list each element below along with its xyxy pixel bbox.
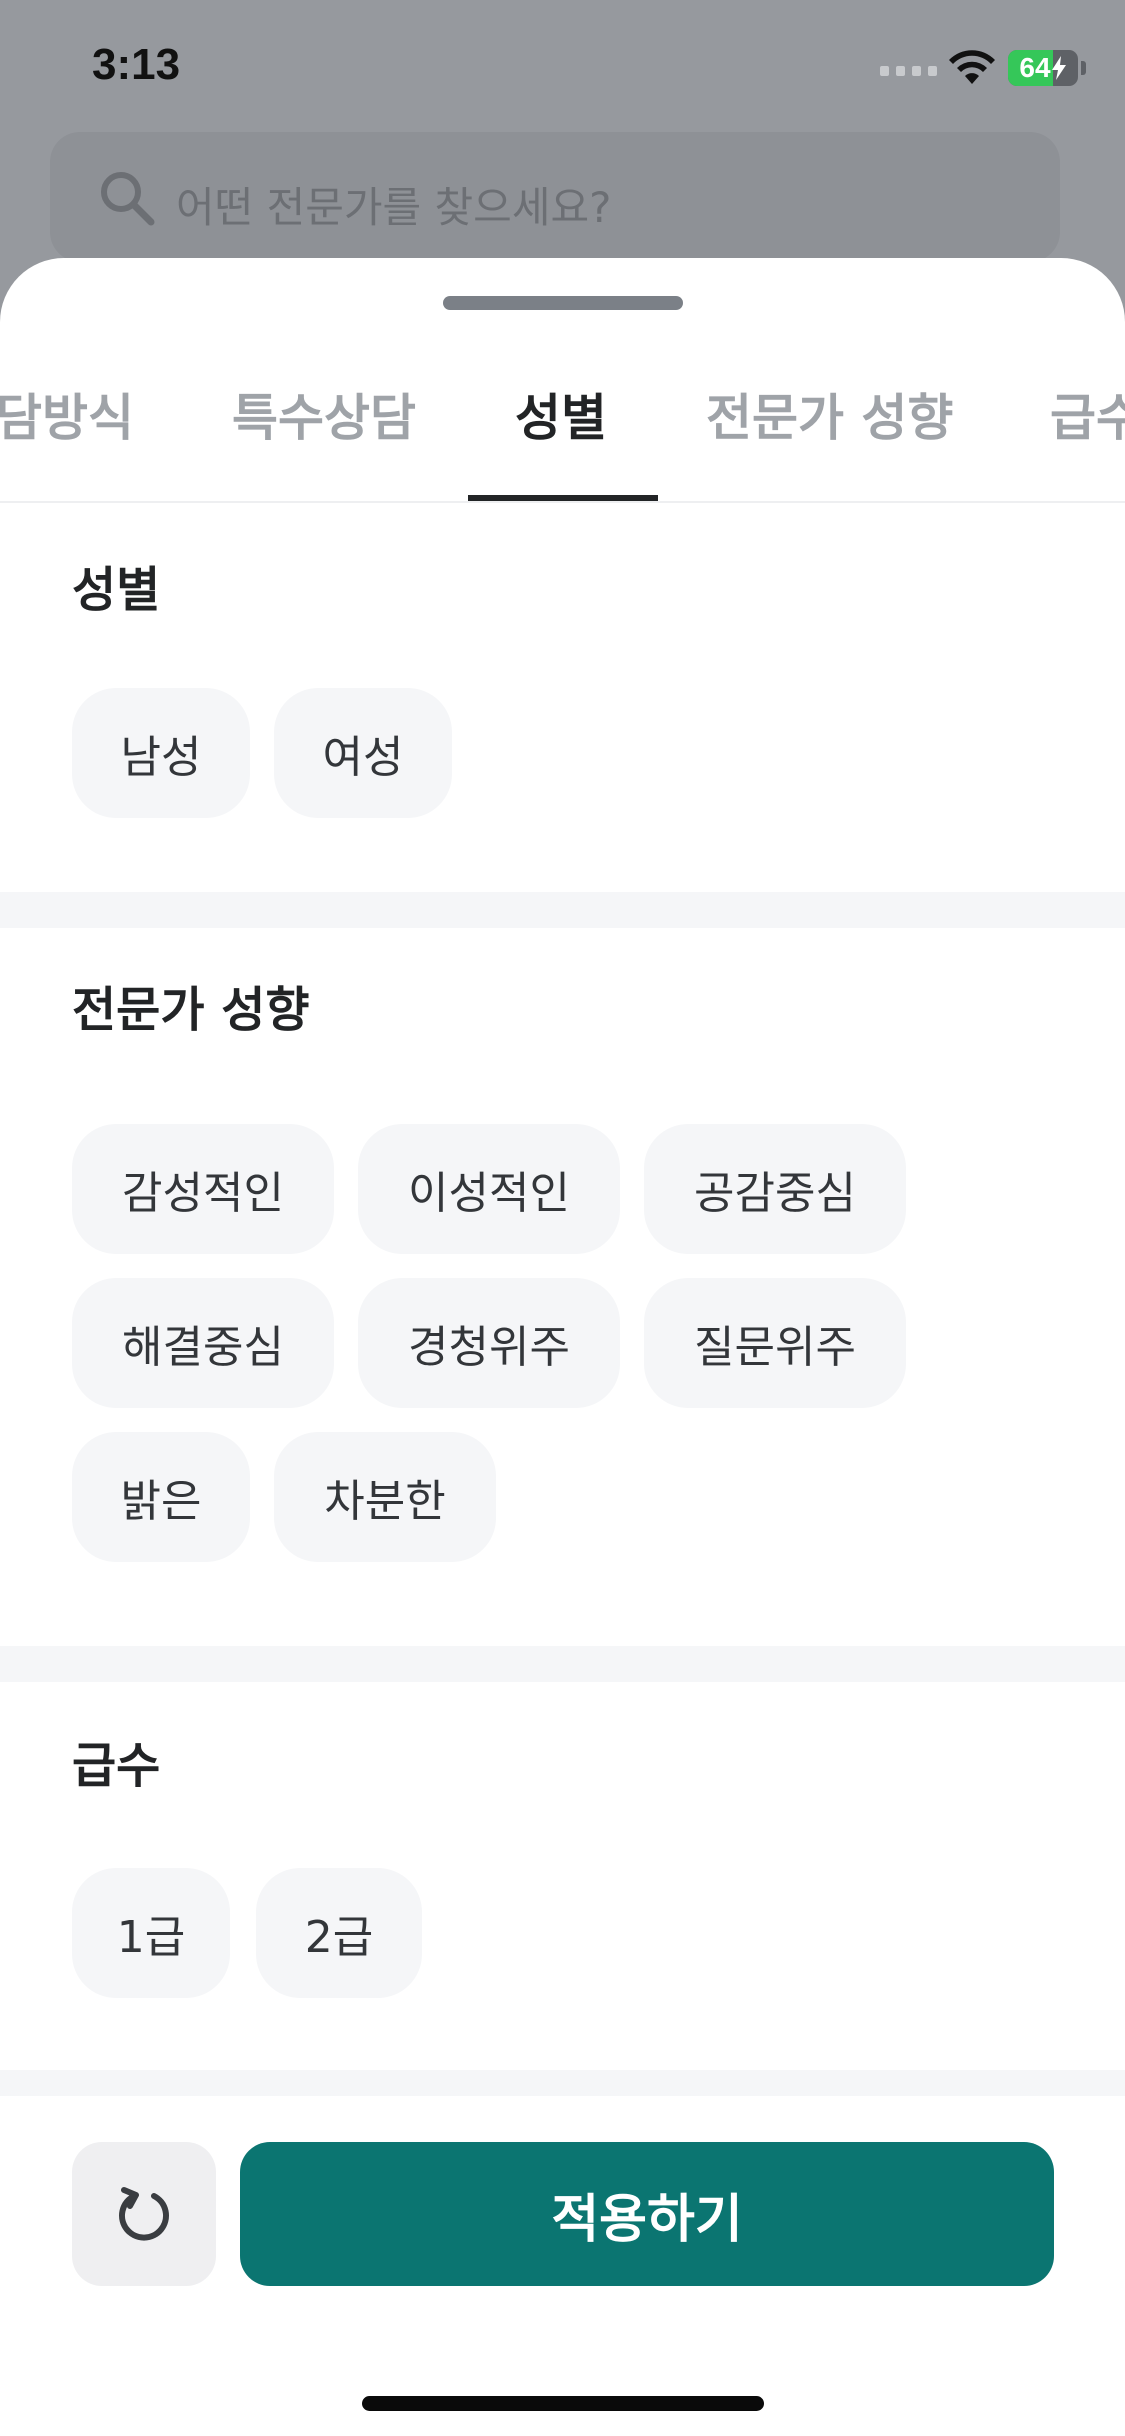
section-title-grade: 급수 xyxy=(72,1738,161,1794)
chip-male[interactable]: 남성 xyxy=(72,688,250,818)
tab-consult-method[interactable]: 담방식 xyxy=(0,378,134,450)
reset-button[interactable] xyxy=(72,2142,216,2286)
chip-female[interactable]: 여성 xyxy=(274,688,452,818)
chip-bright[interactable]: 밝은 xyxy=(72,1432,250,1562)
status-time: 3:13 xyxy=(92,40,181,89)
refresh-icon xyxy=(119,2187,169,2241)
chip-empathy-focused[interactable]: 공감중심 xyxy=(644,1124,906,1254)
chip-grade-1[interactable]: 1급 xyxy=(72,1868,230,1998)
section-title-disposition: 전문가 성향 xyxy=(72,982,310,1038)
chip-question-focused[interactable]: 질문위주 xyxy=(644,1278,906,1408)
active-tab-indicator xyxy=(468,495,658,501)
screen: 3:13 64 어떤 전문가를 찾으세요? 담방식 특수상담 성별 전문가 성향… xyxy=(0,0,1125,2436)
tab-expert-disposition[interactable]: 전문가 성향 xyxy=(706,378,953,450)
tab-grade[interactable]: 급수 xyxy=(1050,378,1125,450)
wifi-icon xyxy=(949,50,995,84)
section-divider xyxy=(0,892,1125,928)
chip-grade-2[interactable]: 2급 xyxy=(256,1868,422,1998)
cellular-signal-icon xyxy=(880,66,937,76)
chip-calm[interactable]: 차분한 xyxy=(274,1432,496,1562)
battery-nub xyxy=(1081,61,1086,75)
tab-special-consult[interactable]: 특수상담 xyxy=(232,378,416,450)
tab-gender[interactable]: 성별 xyxy=(515,378,607,450)
search-icon xyxy=(101,172,155,226)
apply-button[interactable]: 적용하기 xyxy=(240,2142,1054,2286)
sheet-grabber[interactable] xyxy=(443,296,683,310)
battery-percent: 64 xyxy=(1019,52,1051,83)
chip-solution-focused[interactable]: 해결중심 xyxy=(72,1278,334,1408)
home-indicator[interactable] xyxy=(362,2396,764,2411)
search-placeholder: 어떤 전문가를 찾으세요? xyxy=(176,183,612,232)
section-divider xyxy=(0,2070,1125,2096)
section-title-gender: 성별 xyxy=(72,562,161,618)
battery-icon: 64 xyxy=(1008,50,1078,86)
filter-tabs: 담방식 특수상담 성별 전문가 성향 급수 xyxy=(0,328,1125,503)
status-bar: 3:13 64 xyxy=(0,0,1125,130)
section-divider xyxy=(0,1646,1125,1682)
chip-rational[interactable]: 이성적인 xyxy=(358,1124,620,1254)
chip-listening-focused[interactable]: 경청위주 xyxy=(358,1278,620,1408)
chip-emotional[interactable]: 감성적인 xyxy=(72,1124,334,1254)
charging-bolt-icon xyxy=(1051,56,1066,80)
search-bar[interactable]: 어떤 전문가를 찾으세요? xyxy=(50,132,1060,262)
